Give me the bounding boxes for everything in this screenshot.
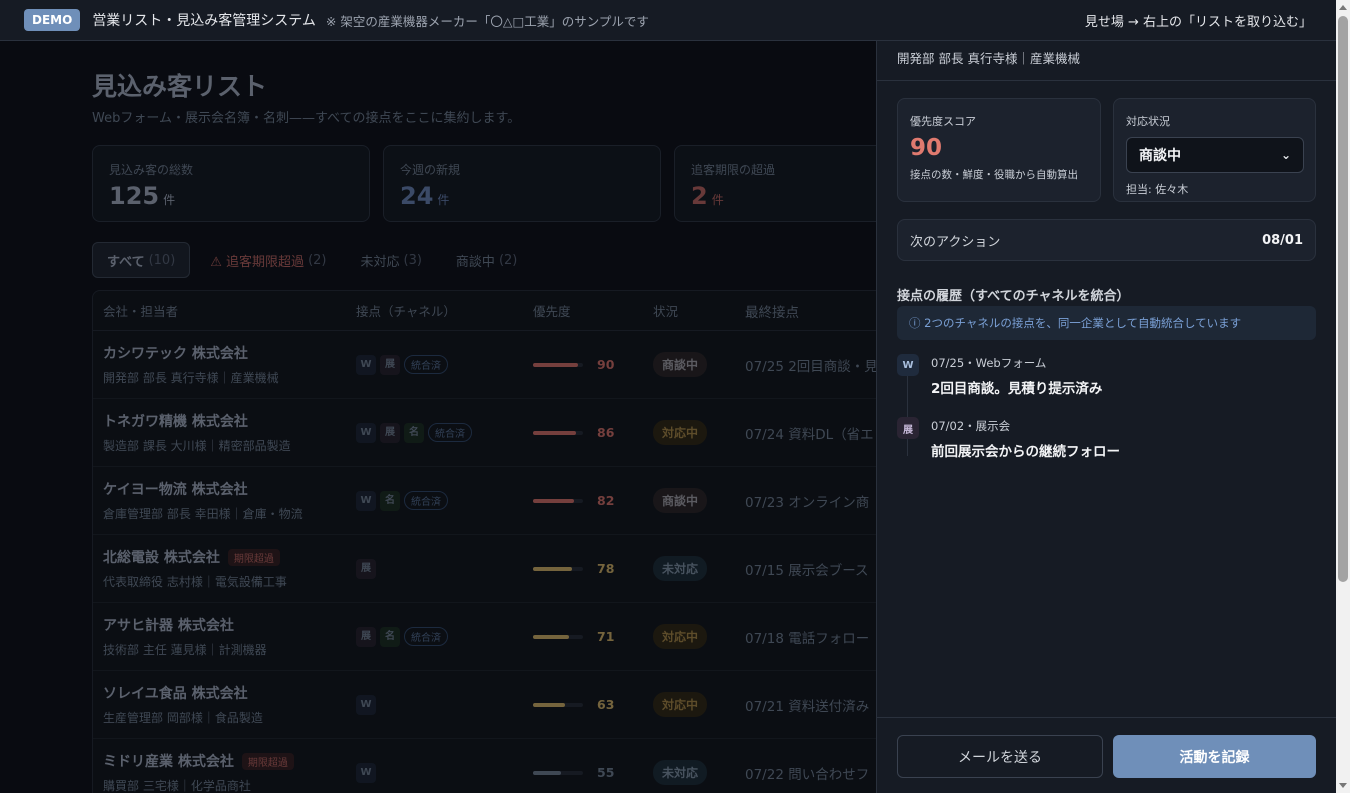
scroll-down-arrow-icon[interactable] [1339, 783, 1347, 788]
next-action-label: 次のアクション [910, 234, 1001, 250]
history-timeline: W 07/25・Webフォーム 2回目商談。見積り提示済み 展 07/02・展示… [897, 354, 1316, 480]
panel-footer: メールを送る 活動を記録 [877, 717, 1337, 793]
app-title: 営業リスト・見込み客管理システム [92, 13, 316, 29]
history-title: 接点の履歴（すべてのチャネルを統合） [897, 289, 1130, 304]
score-value: 90 [910, 135, 943, 161]
status-select-value: 商談中 [1139, 148, 1181, 164]
scroll-up-arrow-icon[interactable] [1339, 5, 1347, 10]
priority-score-card: 優先度スコア 90 接点の数・鮮度・役職から自動算出 [897, 98, 1101, 202]
history-text: 2回目商談。見積り提示済み [931, 381, 1103, 397]
next-action-row[interactable]: 次のアクション 08/01 [897, 219, 1316, 261]
merge-note: ⓘ 2つのチャネルの接点を、同一企業として自動統合しています [897, 306, 1316, 340]
status-select[interactable]: 商談中 ⌄ [1126, 137, 1304, 173]
log-activity-button[interactable]: 活動を記録 [1113, 735, 1316, 778]
history-item: 展 07/02・展示会 前回展示会からの継続フォロー [897, 417, 1316, 480]
modal-scrim[interactable] [0, 41, 876, 793]
history-text: 前回展示会からの継続フォロー [931, 444, 1120, 460]
app-note: ※ 架空の産業機器メーカー「〇△□工業」のサンプルです [325, 13, 649, 29]
send-mail-button[interactable]: メールを送る [897, 735, 1103, 778]
lead-detail-panel: 開発部 部長 真行寺様｜産業機械 優先度スコア 90 接点の数・鮮度・役職から自… [876, 41, 1337, 793]
main-content: 見込み客リスト Webフォーム・展示会名簿・名刺——すべての接点をここに集約しま… [0, 41, 876, 793]
owner-label: 担当: 佐々木 [1126, 183, 1189, 196]
scroll-thumb[interactable] [1338, 16, 1348, 582]
web-form-icon: W [897, 354, 919, 376]
top-bar: DEMO 営業リスト・見込み客管理システム ※ 架空の産業機器メーカー「〇△□工… [0, 0, 1336, 41]
status-label: 対応状況 [1126, 115, 1170, 128]
history-item: W 07/25・Webフォーム 2回目商談。見積り提示済み [897, 354, 1316, 417]
exhibition-icon: 展 [897, 417, 919, 439]
score-label: 優先度スコア [910, 115, 976, 128]
chevron-down-icon: ⌄ [1280, 148, 1291, 162]
history-meta: 07/02・展示会 [931, 419, 1011, 433]
next-action-date: 08/01 [1262, 232, 1303, 248]
top-right-hint: 見せ場 → 右上の「リストを取り込む」 [1084, 14, 1312, 30]
history-meta: 07/25・Webフォーム [931, 356, 1047, 370]
page-scrollbar[interactable] [1336, 0, 1350, 793]
status-card: 対応状況 商談中 ⌄ 担当: 佐々木 [1113, 98, 1316, 202]
score-note: 接点の数・鮮度・役職から自動算出 [910, 169, 1078, 181]
demo-badge: DEMO [24, 9, 81, 31]
panel-header-sub: 開発部 部長 真行寺様｜産業機械 [877, 41, 1336, 81]
